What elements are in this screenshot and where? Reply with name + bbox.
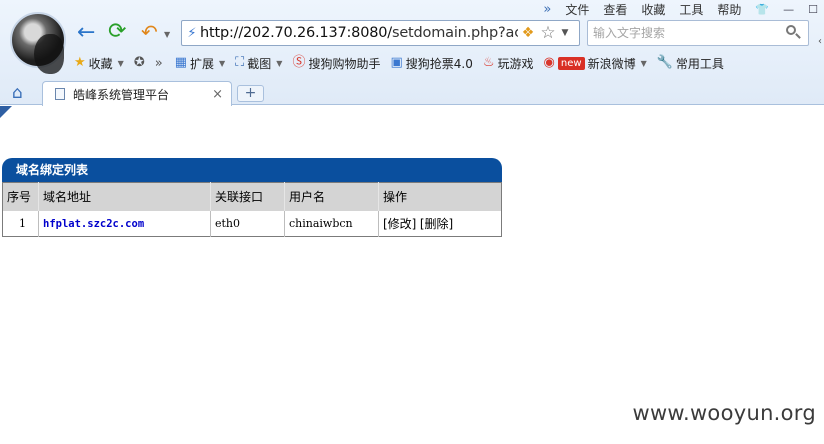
tab-title: 皓峰系统管理平台 (73, 87, 170, 102)
sidebar-toggle-icon[interactable]: ‹ (818, 36, 822, 47)
undo-dropdown-icon[interactable]: ▼ (164, 30, 170, 39)
address-bar[interactable]: ⚡ http://202.70.26.137:8080/setdomain.ph… (181, 20, 580, 46)
row-interface: eth0 (210, 210, 285, 237)
address-dropdown-icon[interactable]: ▼ (558, 28, 572, 38)
minimize-icon[interactable]: — (783, 3, 794, 16)
favorites-more-chevron[interactable]: » (155, 56, 163, 71)
avatar-hair (34, 34, 64, 74)
shopping-label: 搜狗购物助手 (308, 56, 381, 71)
back-arrow-icon[interactable]: ← (77, 22, 95, 44)
menu-favorites[interactable]: 收藏 (641, 1, 665, 18)
column-header-domain: 域名地址 (38, 182, 211, 211)
common-tools-button[interactable]: 🔧 常用工具 (657, 55, 724, 72)
table-header-row: 序号 域名地址 关联接口 用户名 操作 (2, 182, 502, 211)
watermark: www.wooyun.org (632, 401, 816, 425)
star-icon: ★ (74, 55, 86, 70)
ticket-icon: ▣ (390, 55, 403, 70)
weibo-icon: ◉ (543, 55, 555, 70)
column-header-actions: 操作 (378, 182, 502, 211)
user-avatar[interactable] (10, 12, 66, 74)
search-box (587, 20, 809, 46)
maximize-icon[interactable]: ☐ (808, 3, 818, 16)
row-number: 1 (2, 210, 39, 237)
chevron-down-icon: ▼ (219, 58, 226, 68)
common-tools-label: 常用工具 (675, 56, 724, 71)
ticket-label: 搜狗抢票4.0 (405, 56, 473, 71)
games-label: 玩游戏 (497, 56, 534, 71)
address-url[interactable]: http://202.70.26.137:8080/setdomain.php?… (200, 25, 518, 41)
weibo-link[interactable]: ◉ new 新浪微博 ▼ (544, 55, 647, 72)
favorites-bar: ★ 收藏 ▼ ✪ » ▦ 扩展 ▼ ⛶ 截图 ▼ Ⓢ 搜狗购物助手 ▣ 搜狗抢票4.0 ♨ 玩游戏… (74, 53, 734, 73)
extensions-button[interactable]: ▦ 扩展 ▼ (175, 55, 225, 72)
url-path: setdomain.php?actio (391, 25, 518, 41)
menu-more-chevron[interactable]: » (543, 2, 551, 17)
chevron-down-icon: ▼ (276, 58, 283, 68)
crop-icon: ⛶ (235, 55, 245, 70)
grid-icon: ▦ (174, 55, 187, 70)
row-domain-cell: hfplat.szc2c.com (38, 210, 211, 237)
add-favorite-button[interactable]: ✪ (134, 56, 145, 70)
undo-icon[interactable]: ↶ (141, 20, 158, 44)
menu-bar: » 文件 查看 收藏 工具 帮助 👕 — ☐ (543, 1, 818, 17)
favorites-collect-button[interactable]: ★ 收藏 ▼ (74, 55, 124, 72)
page-icon (55, 88, 65, 100)
games-icon: ♨ (482, 55, 495, 70)
page-corner-decoration (0, 106, 12, 118)
bookmark-star-icon[interactable]: ☆ (538, 23, 558, 43)
column-header-interface: 关联接口 (210, 182, 285, 211)
tab-close-icon[interactable]: × (212, 87, 223, 102)
row-username: chinaiwbcn (284, 210, 379, 237)
new-tab-button[interactable]: + (237, 85, 264, 102)
games-link[interactable]: ♨ 玩游戏 (483, 55, 534, 72)
screenshot-label: 截图 (247, 56, 272, 71)
compat-mode-icon[interactable]: ❖ (518, 25, 538, 41)
skin-icon[interactable]: 👕 (755, 3, 769, 16)
table-row: 1 hfplat.szc2c.com eth0 chinaiwbcn [修改] … (2, 210, 502, 237)
browser-chrome: » 文件 查看 收藏 工具 帮助 👕 — ☐ ← ⟳ ↶ ▼ ⚡ http://… (0, 0, 824, 106)
search-icon[interactable] (786, 25, 801, 39)
chevron-down-icon: ▼ (117, 58, 124, 68)
home-icon[interactable]: ⌂ (12, 83, 23, 103)
extensions-label: 扩展 (190, 56, 215, 71)
edit-link[interactable]: [修改] (383, 217, 416, 231)
column-header-number: 序号 (2, 182, 39, 211)
menu-file[interactable]: 文件 (565, 1, 589, 18)
shopping-assistant-link[interactable]: Ⓢ 搜狗购物助手 (292, 55, 380, 72)
wrench-icon: 🔧 (656, 55, 673, 70)
panel-title: 域名绑定列表 (2, 158, 502, 182)
domain-link[interactable]: hfplat.szc2c.com (43, 218, 144, 230)
ticket-link[interactable]: ▣ 搜狗抢票4.0 (390, 55, 472, 72)
add-star-icon: ✪ (133, 55, 145, 70)
menu-tools[interactable]: 工具 (679, 1, 703, 18)
domain-panel: 域名绑定列表 序号 域名地址 关联接口 用户名 操作 1 hfplat.szc2… (2, 158, 502, 237)
chevron-down-icon: ▼ (640, 58, 647, 68)
delete-link[interactable]: [删除] (420, 217, 453, 231)
column-header-username: 用户名 (284, 182, 379, 211)
favorites-collect-label: 收藏 (88, 56, 113, 71)
lightning-icon: ⚡ (187, 25, 197, 41)
row-actions: [修改] [删除] (379, 211, 502, 237)
weibo-label: 新浪微博 (587, 56, 636, 71)
refresh-icon[interactable]: ⟳ (108, 20, 126, 44)
menu-help[interactable]: 帮助 (717, 1, 741, 18)
new-badge: new (557, 56, 585, 70)
sogou-shop-icon: Ⓢ (292, 55, 306, 70)
screenshot-button[interactable]: ⛶ 截图 ▼ (235, 55, 282, 72)
search-input[interactable] (593, 26, 773, 40)
domain-table: 序号 域名地址 关联接口 用户名 操作 1 hfplat.szc2c.com e… (2, 182, 502, 237)
tab-strip: ⌂ 皓峰系统管理平台 × + (0, 80, 824, 106)
tab-active[interactable]: 皓峰系统管理平台 × (42, 81, 232, 106)
menu-view[interactable]: 查看 (603, 1, 627, 18)
url-host: http://202.70.26.137:8080/ (200, 25, 392, 41)
